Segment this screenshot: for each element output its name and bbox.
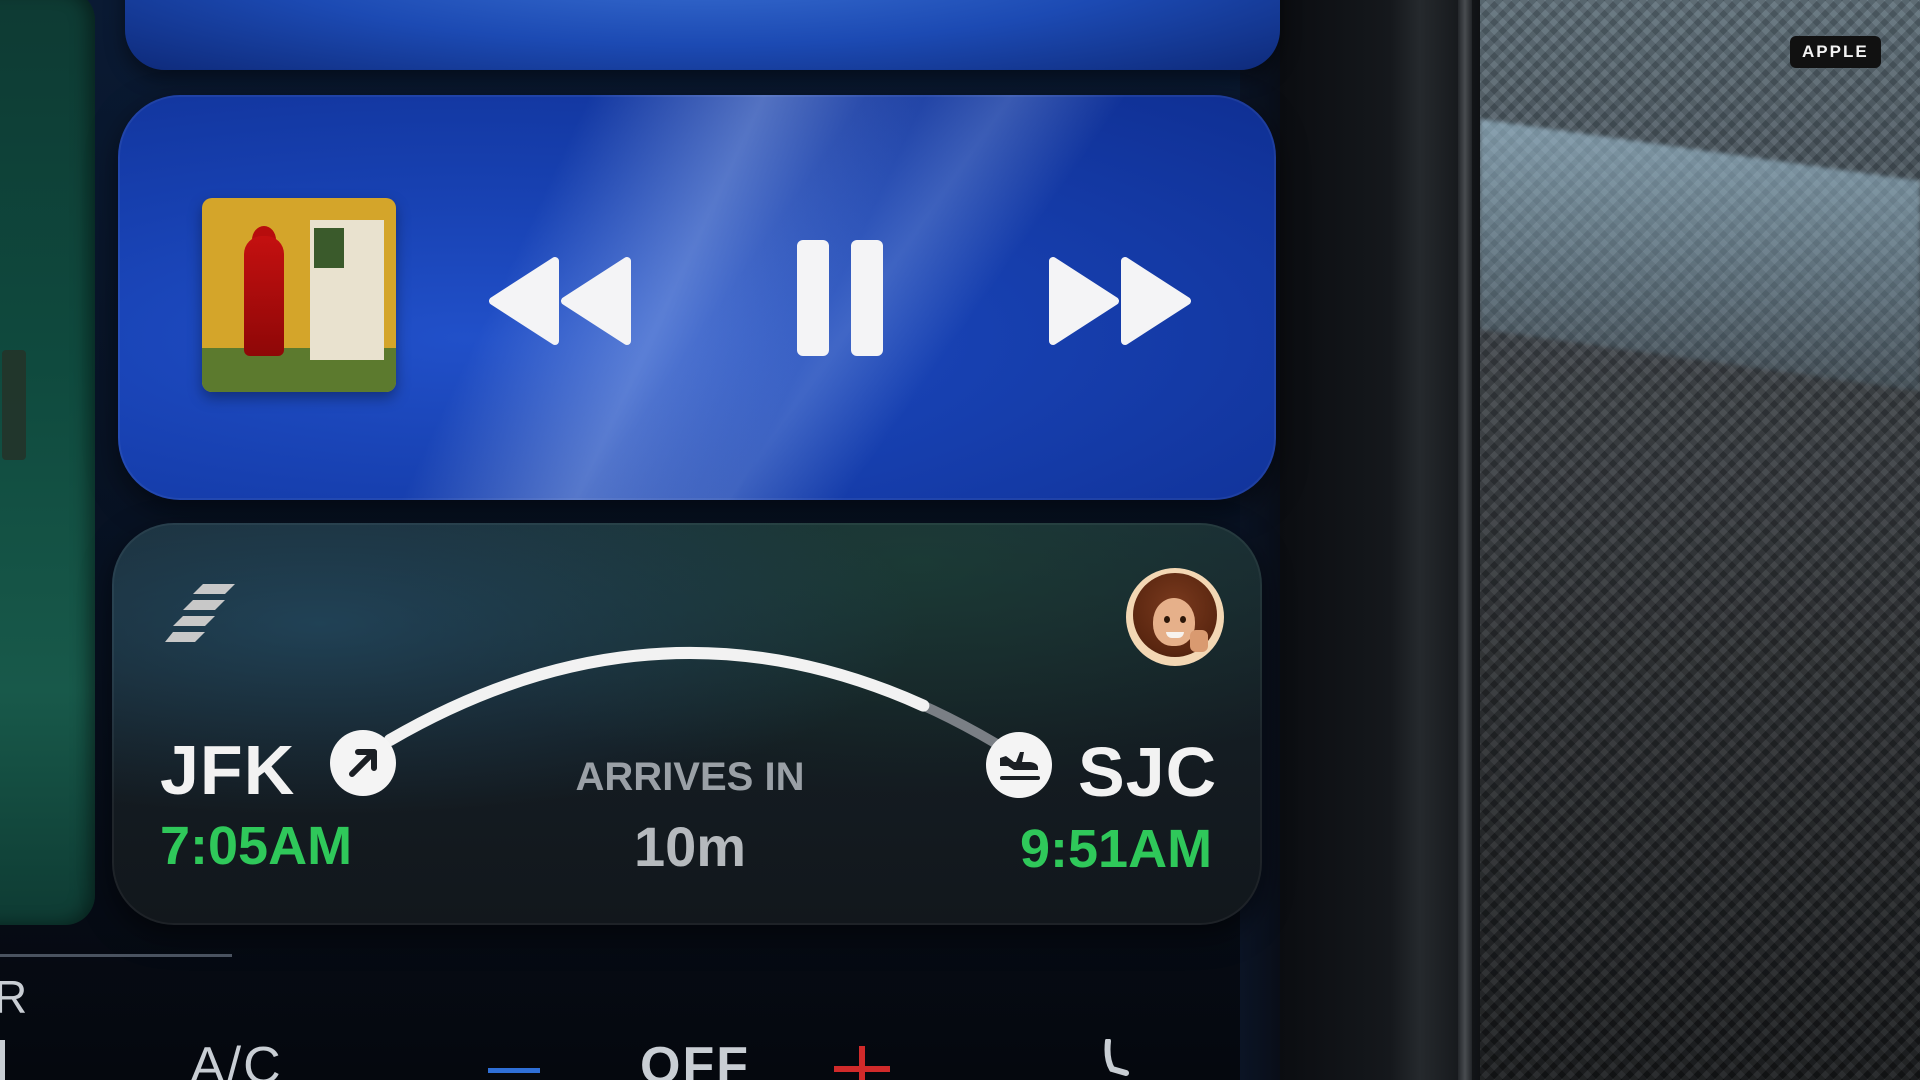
origin-airport-code: JFK bbox=[160, 731, 296, 809]
fan-decrease-button[interactable] bbox=[488, 1068, 540, 1073]
route-progress-track bbox=[384, 646, 1016, 758]
rear-defrost-label[interactable]: R bbox=[0, 970, 27, 1024]
flight-route bbox=[384, 646, 1016, 758]
fan-status[interactable]: OFF bbox=[640, 1036, 750, 1080]
climate-left-indicator bbox=[0, 1040, 5, 1080]
carplay-screen: JFK 7:05AM ARRIVES IN 10m SJC 9:51AM R A… bbox=[0, 0, 1920, 1080]
apple-watermark: APPLE bbox=[1790, 36, 1881, 68]
departure-time: 7:05AM bbox=[160, 816, 353, 876]
landing-plane-icon bbox=[1000, 752, 1040, 780]
arrival-badge bbox=[986, 732, 1052, 798]
seat-icon[interactable] bbox=[1098, 1036, 1138, 1080]
arrives-in-value: 10m bbox=[633, 815, 747, 878]
divider bbox=[0, 954, 232, 957]
arrival-time: 9:51AM bbox=[1020, 819, 1213, 879]
arrives-in-label: ARRIVES IN bbox=[575, 755, 805, 799]
destination-airport-code: SJC bbox=[1078, 733, 1218, 811]
departure-arrow-icon bbox=[349, 749, 377, 777]
ac-button[interactable]: A/C bbox=[190, 1036, 283, 1080]
fan-increase-button-vertical bbox=[859, 1046, 865, 1080]
departure-badge bbox=[330, 730, 396, 796]
